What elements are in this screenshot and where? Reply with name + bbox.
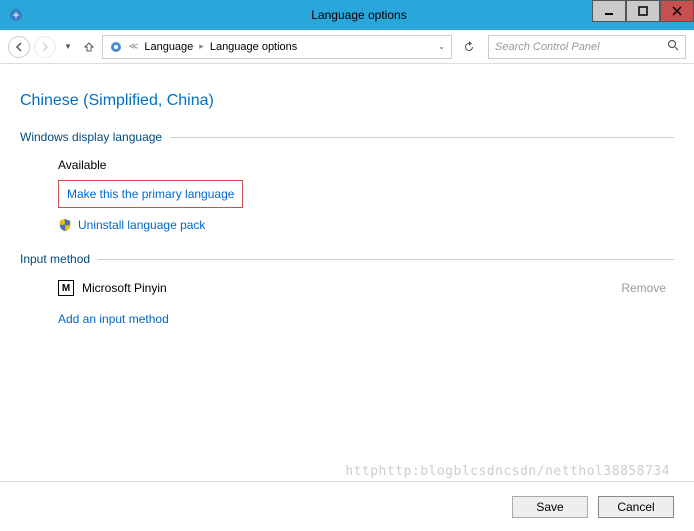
history-dropdown[interactable]: ▼ bbox=[60, 42, 76, 51]
make-primary-highlight: Make this the primary language bbox=[58, 180, 243, 208]
shield-icon bbox=[58, 218, 72, 232]
breadcrumb[interactable]: ≪ Language ▸ Language options ⌄ bbox=[102, 35, 452, 59]
breadcrumb-language[interactable]: Language bbox=[144, 41, 193, 53]
save-button[interactable]: Save bbox=[512, 496, 588, 518]
divider bbox=[170, 137, 674, 138]
ime-icon: M bbox=[58, 280, 74, 296]
chevron-right-icon: ▸ bbox=[199, 41, 204, 52]
watermark: httphttp:blogblcsdncsdn/netthol38858734 bbox=[345, 464, 670, 479]
remove-link[interactable]: Remove bbox=[621, 281, 666, 295]
cancel-button[interactable]: Cancel bbox=[598, 496, 674, 518]
available-status: Available bbox=[58, 158, 674, 172]
breadcrumb-language-options[interactable]: Language options bbox=[210, 41, 297, 53]
input-method-row: M Microsoft Pinyin Remove bbox=[20, 280, 674, 296]
control-panel-icon bbox=[109, 40, 123, 54]
ime-name: Microsoft Pinyin bbox=[82, 281, 167, 295]
search-input[interactable] bbox=[495, 41, 667, 53]
breadcrumb-dropdown-icon[interactable]: ⌄ bbox=[438, 42, 445, 51]
display-language-section-header: Windows display language bbox=[20, 130, 674, 144]
chevron-left-icon: ≪ bbox=[129, 41, 138, 52]
forward-button[interactable] bbox=[34, 36, 56, 58]
app-icon bbox=[8, 7, 24, 23]
bottom-bar: Save Cancel bbox=[0, 481, 694, 531]
add-input-method-link[interactable]: Add an input method bbox=[58, 312, 169, 326]
back-button[interactable] bbox=[8, 36, 30, 58]
maximize-button[interactable] bbox=[626, 0, 660, 22]
minimize-button[interactable] bbox=[592, 0, 626, 22]
input-method-section-header: Input method bbox=[20, 252, 674, 266]
display-language-label: Windows display language bbox=[20, 130, 162, 144]
input-method-label: Input method bbox=[20, 252, 90, 266]
navigation-toolbar: ▼ ≪ Language ▸ Language options ⌄ bbox=[0, 30, 694, 64]
close-button[interactable] bbox=[660, 0, 694, 22]
search-box[interactable] bbox=[488, 35, 686, 59]
uninstall-link[interactable]: Uninstall language pack bbox=[78, 218, 205, 232]
titlebar: Language options bbox=[0, 0, 694, 30]
up-button[interactable] bbox=[80, 38, 98, 56]
refresh-button[interactable] bbox=[460, 38, 478, 56]
page-title: Chinese (Simplified, China) bbox=[20, 92, 674, 110]
make-primary-link[interactable]: Make this the primary language bbox=[67, 187, 234, 201]
search-icon[interactable] bbox=[667, 39, 679, 54]
divider bbox=[98, 259, 674, 260]
content-area: Chinese (Simplified, China) Windows disp… bbox=[0, 64, 694, 468]
